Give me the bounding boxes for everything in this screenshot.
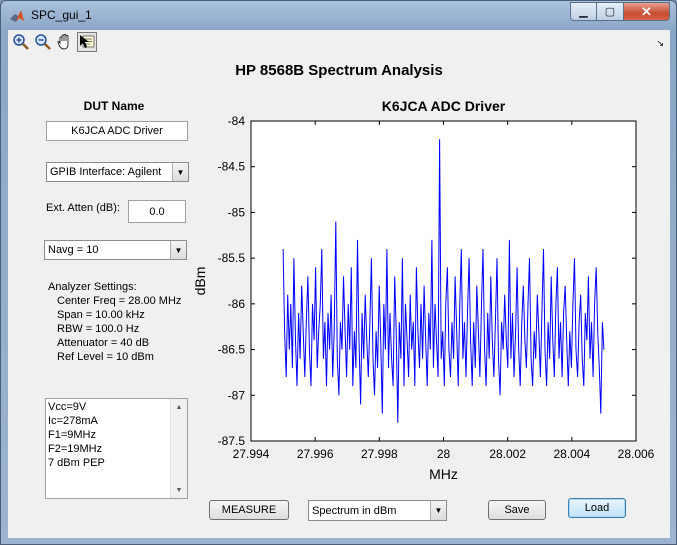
list-item[interactable]: Vcc=9V [48, 400, 105, 414]
chevron-down-icon: ▼ [170, 241, 186, 259]
y-tick-label: -84 [228, 114, 246, 128]
app-window: SPC_gui_1 ▁ ▢ ✕ ↘ HP 8568B Spectrum Anal… [0, 0, 677, 545]
pan-button[interactable] [55, 32, 75, 52]
x-tick-label: 27.996 [297, 447, 334, 461]
close-button[interactable]: ✕ [624, 2, 670, 21]
close-icon: ✕ [641, 3, 652, 19]
measure-button[interactable]: MEASURE [209, 500, 289, 520]
maximize-icon: ▢ [604, 6, 616, 18]
ext-atten-label: Ext. Atten (dB): [46, 202, 120, 214]
zoom-in-button[interactable] [11, 32, 31, 52]
x-tick-label: 27.994 [233, 447, 270, 461]
dut-name-field[interactable]: K6JCA ADC Driver [46, 121, 188, 141]
y-tick-label: -85.5 [218, 251, 246, 265]
settings-line: Attenuator = 40 dB [57, 337, 150, 349]
gpib-interface-select[interactable]: GPIB Interface: Agilent ▼ [46, 162, 189, 182]
plot-mode-value: Spectrum in dBm [312, 504, 397, 517]
settings-line: Span = 10.00 kHz [57, 309, 145, 321]
y-tick-label: -87.5 [218, 434, 246, 448]
scroll-up-icon[interactable]: ▲ [171, 399, 187, 415]
x-tick-label: 28.006 [618, 447, 655, 461]
gpib-interface-value: GPIB Interface: Agilent [50, 166, 162, 178]
x-tick-label: 28 [437, 447, 451, 461]
navg-value: Navg = 10 [48, 244, 99, 256]
scroll-down-icon[interactable]: ▼ [171, 482, 187, 498]
settings-line: RBW = 100.0 Hz [57, 323, 140, 335]
figure-panel: HP 8568B Spectrum Analysis DUT Name K6JC… [8, 54, 670, 538]
maximize-button[interactable]: ▢ [597, 2, 624, 21]
zoom-out-icon [35, 34, 51, 50]
figure-toolbar: ↘ [8, 30, 670, 55]
matlab-logo-icon [10, 10, 24, 22]
notes-scrollbar[interactable]: ▲ ▼ [170, 399, 187, 498]
title-bar[interactable]: SPC_gui_1 ▁ ▢ ✕ [1, 1, 676, 31]
window-title: SPC_gui_1 [31, 8, 92, 22]
x-tick-label: 28.004 [553, 447, 590, 461]
minimize-button[interactable]: ▁ [570, 2, 597, 21]
list-item[interactable]: F2=19MHz [48, 442, 105, 456]
load-button[interactable]: Load [568, 498, 626, 518]
chart-title: K6JCA ADC Driver [382, 98, 506, 114]
list-item[interactable]: F1=9MHz [48, 428, 105, 442]
data-cursor-icon [80, 35, 95, 48]
dut-name-label: DUT Name [83, 99, 145, 113]
y-tick-label: -87 [228, 388, 246, 402]
x-tick-label: 28.002 [489, 447, 526, 461]
analyzer-settings: Analyzer Settings: Center Freq = 28.00 M… [48, 280, 181, 364]
data-cursor-button[interactable] [77, 32, 97, 52]
plot-mode-select[interactable]: Spectrum in dBm ▼ [308, 500, 447, 521]
y-tick-label: -84.5 [218, 160, 246, 174]
toolbar-dock-arrow-icon[interactable]: ↘ [656, 38, 664, 49]
ext-atten-field[interactable]: 0.0 [128, 200, 186, 223]
zoom-out-button[interactable] [33, 32, 53, 52]
spectrum-chart: K6JCA ADC Driver 27.994 27.996 27.998 28 28.0… [192, 98, 655, 479]
x-axis-label: MHz [429, 466, 458, 479]
chevron-down-icon: ▼ [172, 163, 188, 181]
y-axis-label: dBm [192, 267, 208, 296]
minimize-icon: ▁ [579, 6, 588, 18]
notes-listbox[interactable]: Vcc=9V Ic=278mA F1=9MHz F2=19MHz 7 dBm P… [45, 398, 188, 499]
y-tick-label: -85 [228, 205, 246, 219]
settings-title: Analyzer Settings: [48, 281, 137, 293]
list-item[interactable]: 7 dBm PEP [48, 456, 105, 470]
chevron-down-icon: ▼ [430, 501, 446, 520]
navg-select[interactable]: Navg = 10 ▼ [44, 240, 187, 260]
zoom-in-icon [13, 34, 29, 50]
settings-line: Center Freq = 28.00 MHz [57, 295, 182, 307]
list-item[interactable]: Ic=278mA [48, 414, 105, 428]
pan-hand-icon [57, 34, 69, 50]
y-tick-label: -86 [228, 297, 246, 311]
x-tick-label: 27.998 [361, 447, 398, 461]
plot-area[interactable] [250, 120, 637, 442]
page-title: HP 8568B Spectrum Analysis [235, 62, 443, 79]
settings-line: Ref Level = 10 dBm [57, 351, 154, 363]
save-button[interactable]: Save [488, 500, 546, 520]
y-tick-label: -86.5 [218, 343, 246, 357]
